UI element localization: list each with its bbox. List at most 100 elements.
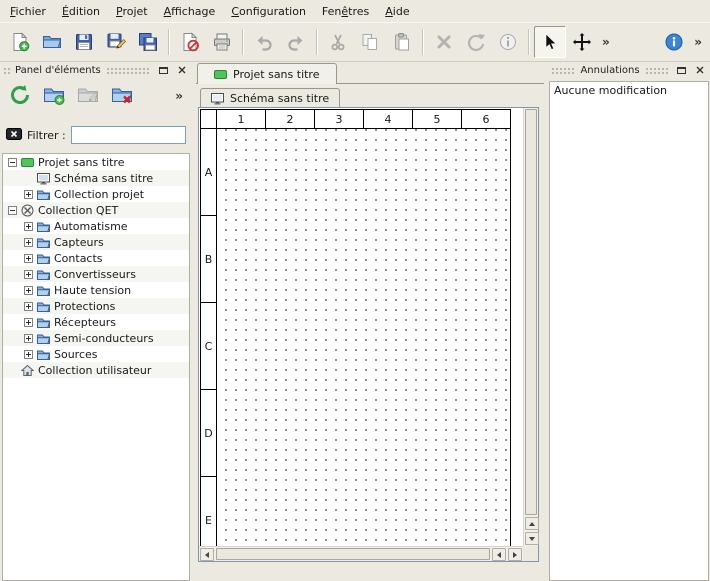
menu-edition[interactable]: Édition xyxy=(54,2,108,21)
main-toolbar: » » xyxy=(0,22,710,62)
tree-item-recepteurs[interactable]: Récepteurs xyxy=(3,314,189,330)
expand-expander-icon[interactable] xyxy=(24,238,33,247)
scroll-right-button[interactable] xyxy=(508,548,522,561)
toolbar-overflow-button[interactable]: » xyxy=(598,35,614,49)
ruler-column-label: 2 xyxy=(265,109,315,129)
arrow-down-icon xyxy=(529,537,535,541)
expand-expander-icon[interactable] xyxy=(24,286,33,295)
expand-expander-icon[interactable] xyxy=(24,334,33,343)
menu-fichier[interactable]: Fichier xyxy=(2,2,54,21)
tree-item-collection-qet[interactable]: Collection QET xyxy=(3,202,189,218)
dock-grip[interactable] xyxy=(551,67,575,75)
delete-element-button[interactable] xyxy=(107,82,137,110)
dock-close-button[interactable] xyxy=(175,64,189,78)
expand-expander-icon[interactable] xyxy=(24,302,33,311)
save-as-button[interactable] xyxy=(100,26,132,58)
column-ruler: 1 2 3 4 5 6 xyxy=(200,109,511,129)
collapse-expander-icon[interactable] xyxy=(8,206,17,215)
tree-item-schema[interactable]: Schéma sans titre xyxy=(3,170,189,186)
dock-float-button[interactable] xyxy=(674,64,688,78)
menu-projet[interactable]: Projet xyxy=(108,2,156,21)
scroll-down-button[interactable] xyxy=(525,532,539,545)
copy-icon xyxy=(360,32,380,52)
tree-item-label: Collection utilisateur xyxy=(38,364,151,377)
annulations-header[interactable]: Annulations xyxy=(548,62,710,79)
print-icon xyxy=(212,32,232,52)
collapse-expander-icon[interactable] xyxy=(8,158,17,167)
tree-item-semi-conducteurs[interactable]: Semi-conducteurs xyxy=(3,330,189,346)
tree-item-convertisseurs[interactable]: Convertisseurs xyxy=(3,266,189,282)
dock-close-button[interactable] xyxy=(693,64,707,78)
toolbar-separator xyxy=(242,29,244,55)
ruler-row-label: B xyxy=(200,215,217,303)
folder-icon xyxy=(37,284,50,297)
new-element-icon xyxy=(43,84,65,109)
expand-expander-icon[interactable] xyxy=(24,222,33,231)
information-blue-icon xyxy=(664,32,684,52)
vertical-scroll-thumb[interactable] xyxy=(525,109,537,515)
information-gray-icon xyxy=(498,32,518,52)
tree-item-contacts[interactable]: Contacts xyxy=(3,250,189,266)
tree-item-capteurs[interactable]: Capteurs xyxy=(3,234,189,250)
expand-expander-icon[interactable] xyxy=(24,254,33,263)
delete-element-icon xyxy=(111,84,133,109)
scroll-left-button[interactable] xyxy=(200,548,214,561)
tree-item-sources[interactable]: Sources xyxy=(3,346,189,362)
scroll-up-button[interactable] xyxy=(525,517,539,530)
horizontal-scroll-thumb[interactable] xyxy=(216,548,490,560)
tree-item-automatisme[interactable]: Automatisme xyxy=(3,218,189,234)
expand-expander-icon[interactable] xyxy=(24,270,33,279)
float-window-icon xyxy=(677,64,686,77)
new-element-button[interactable] xyxy=(39,82,69,110)
pan-tool-button[interactable] xyxy=(566,26,598,58)
undo-history-item[interactable]: Aucune modification xyxy=(550,82,708,99)
row-ruler: A B C D E xyxy=(200,128,217,546)
tree-item-label: Capteurs xyxy=(54,236,104,249)
save-all-button[interactable] xyxy=(132,26,164,58)
close-file-button[interactable] xyxy=(174,26,206,58)
save-button[interactable] xyxy=(68,26,100,58)
save-icon xyxy=(74,32,94,52)
horizontal-scrollbar[interactable] xyxy=(199,546,523,561)
expand-expander-icon[interactable] xyxy=(24,350,33,359)
select-tool-button[interactable] xyxy=(534,26,566,58)
folder-icon xyxy=(37,348,50,361)
tree-item-collection-projet[interactable]: Collection projet xyxy=(3,186,189,202)
annulations-title: Annulations xyxy=(580,65,639,76)
print-button[interactable] xyxy=(206,26,238,58)
dock-grip[interactable] xyxy=(3,67,10,75)
dock-grip[interactable] xyxy=(106,67,151,75)
vertical-scrollbar[interactable] xyxy=(523,108,538,546)
scroll-left-button-end[interactable] xyxy=(492,548,506,561)
menu-fenetres[interactable]: Fenêtres xyxy=(314,2,377,21)
menu-configuration[interactable]: Configuration xyxy=(223,2,314,21)
clear-filter-icon[interactable] xyxy=(6,126,22,145)
tab-projet-sans-titre[interactable]: Projet sans titre xyxy=(197,63,337,84)
filter-input[interactable] xyxy=(71,126,186,144)
dock-grip[interactable] xyxy=(645,67,669,75)
menubar: Fichier Édition Projet Affichage Configu… xyxy=(0,0,710,22)
tree-item-project[interactable]: Projet sans titre xyxy=(3,154,189,170)
tree-item-haute-tension[interactable]: Haute tension xyxy=(3,282,189,298)
tab-schema-sans-titre[interactable]: Schéma sans titre xyxy=(200,88,340,108)
expand-expander-icon[interactable] xyxy=(24,190,33,199)
tree-item-protections[interactable]: Protections xyxy=(3,298,189,314)
open-project-button[interactable] xyxy=(36,26,68,58)
tree-item-label: Schéma sans titre xyxy=(54,172,153,185)
menu-aide[interactable]: Aide xyxy=(377,2,417,21)
dock-float-button[interactable] xyxy=(156,64,170,78)
toolbar-overflow-button-2[interactable]: » xyxy=(690,35,706,49)
ruler-column-label: 6 xyxy=(461,109,511,129)
menu-affichage[interactable]: Affichage xyxy=(156,2,224,21)
elements-toolbar-overflow-button[interactable]: » xyxy=(171,89,187,103)
reload-collections-button[interactable] xyxy=(5,82,35,110)
drawing-canvas[interactable] xyxy=(216,128,511,546)
elements-panel-header[interactable]: Panel d'éléments xyxy=(0,62,192,79)
tree-item-collection-utilisateur[interactable]: Collection utilisateur xyxy=(3,362,189,378)
folder-icon xyxy=(37,188,50,201)
new-document-button[interactable] xyxy=(4,26,36,58)
ruler-column-label: 4 xyxy=(363,109,413,129)
about-button[interactable] xyxy=(658,26,690,58)
schema-viewport[interactable]: 1 2 3 4 5 6 A B C xyxy=(199,108,523,546)
expand-expander-icon[interactable] xyxy=(24,318,33,327)
